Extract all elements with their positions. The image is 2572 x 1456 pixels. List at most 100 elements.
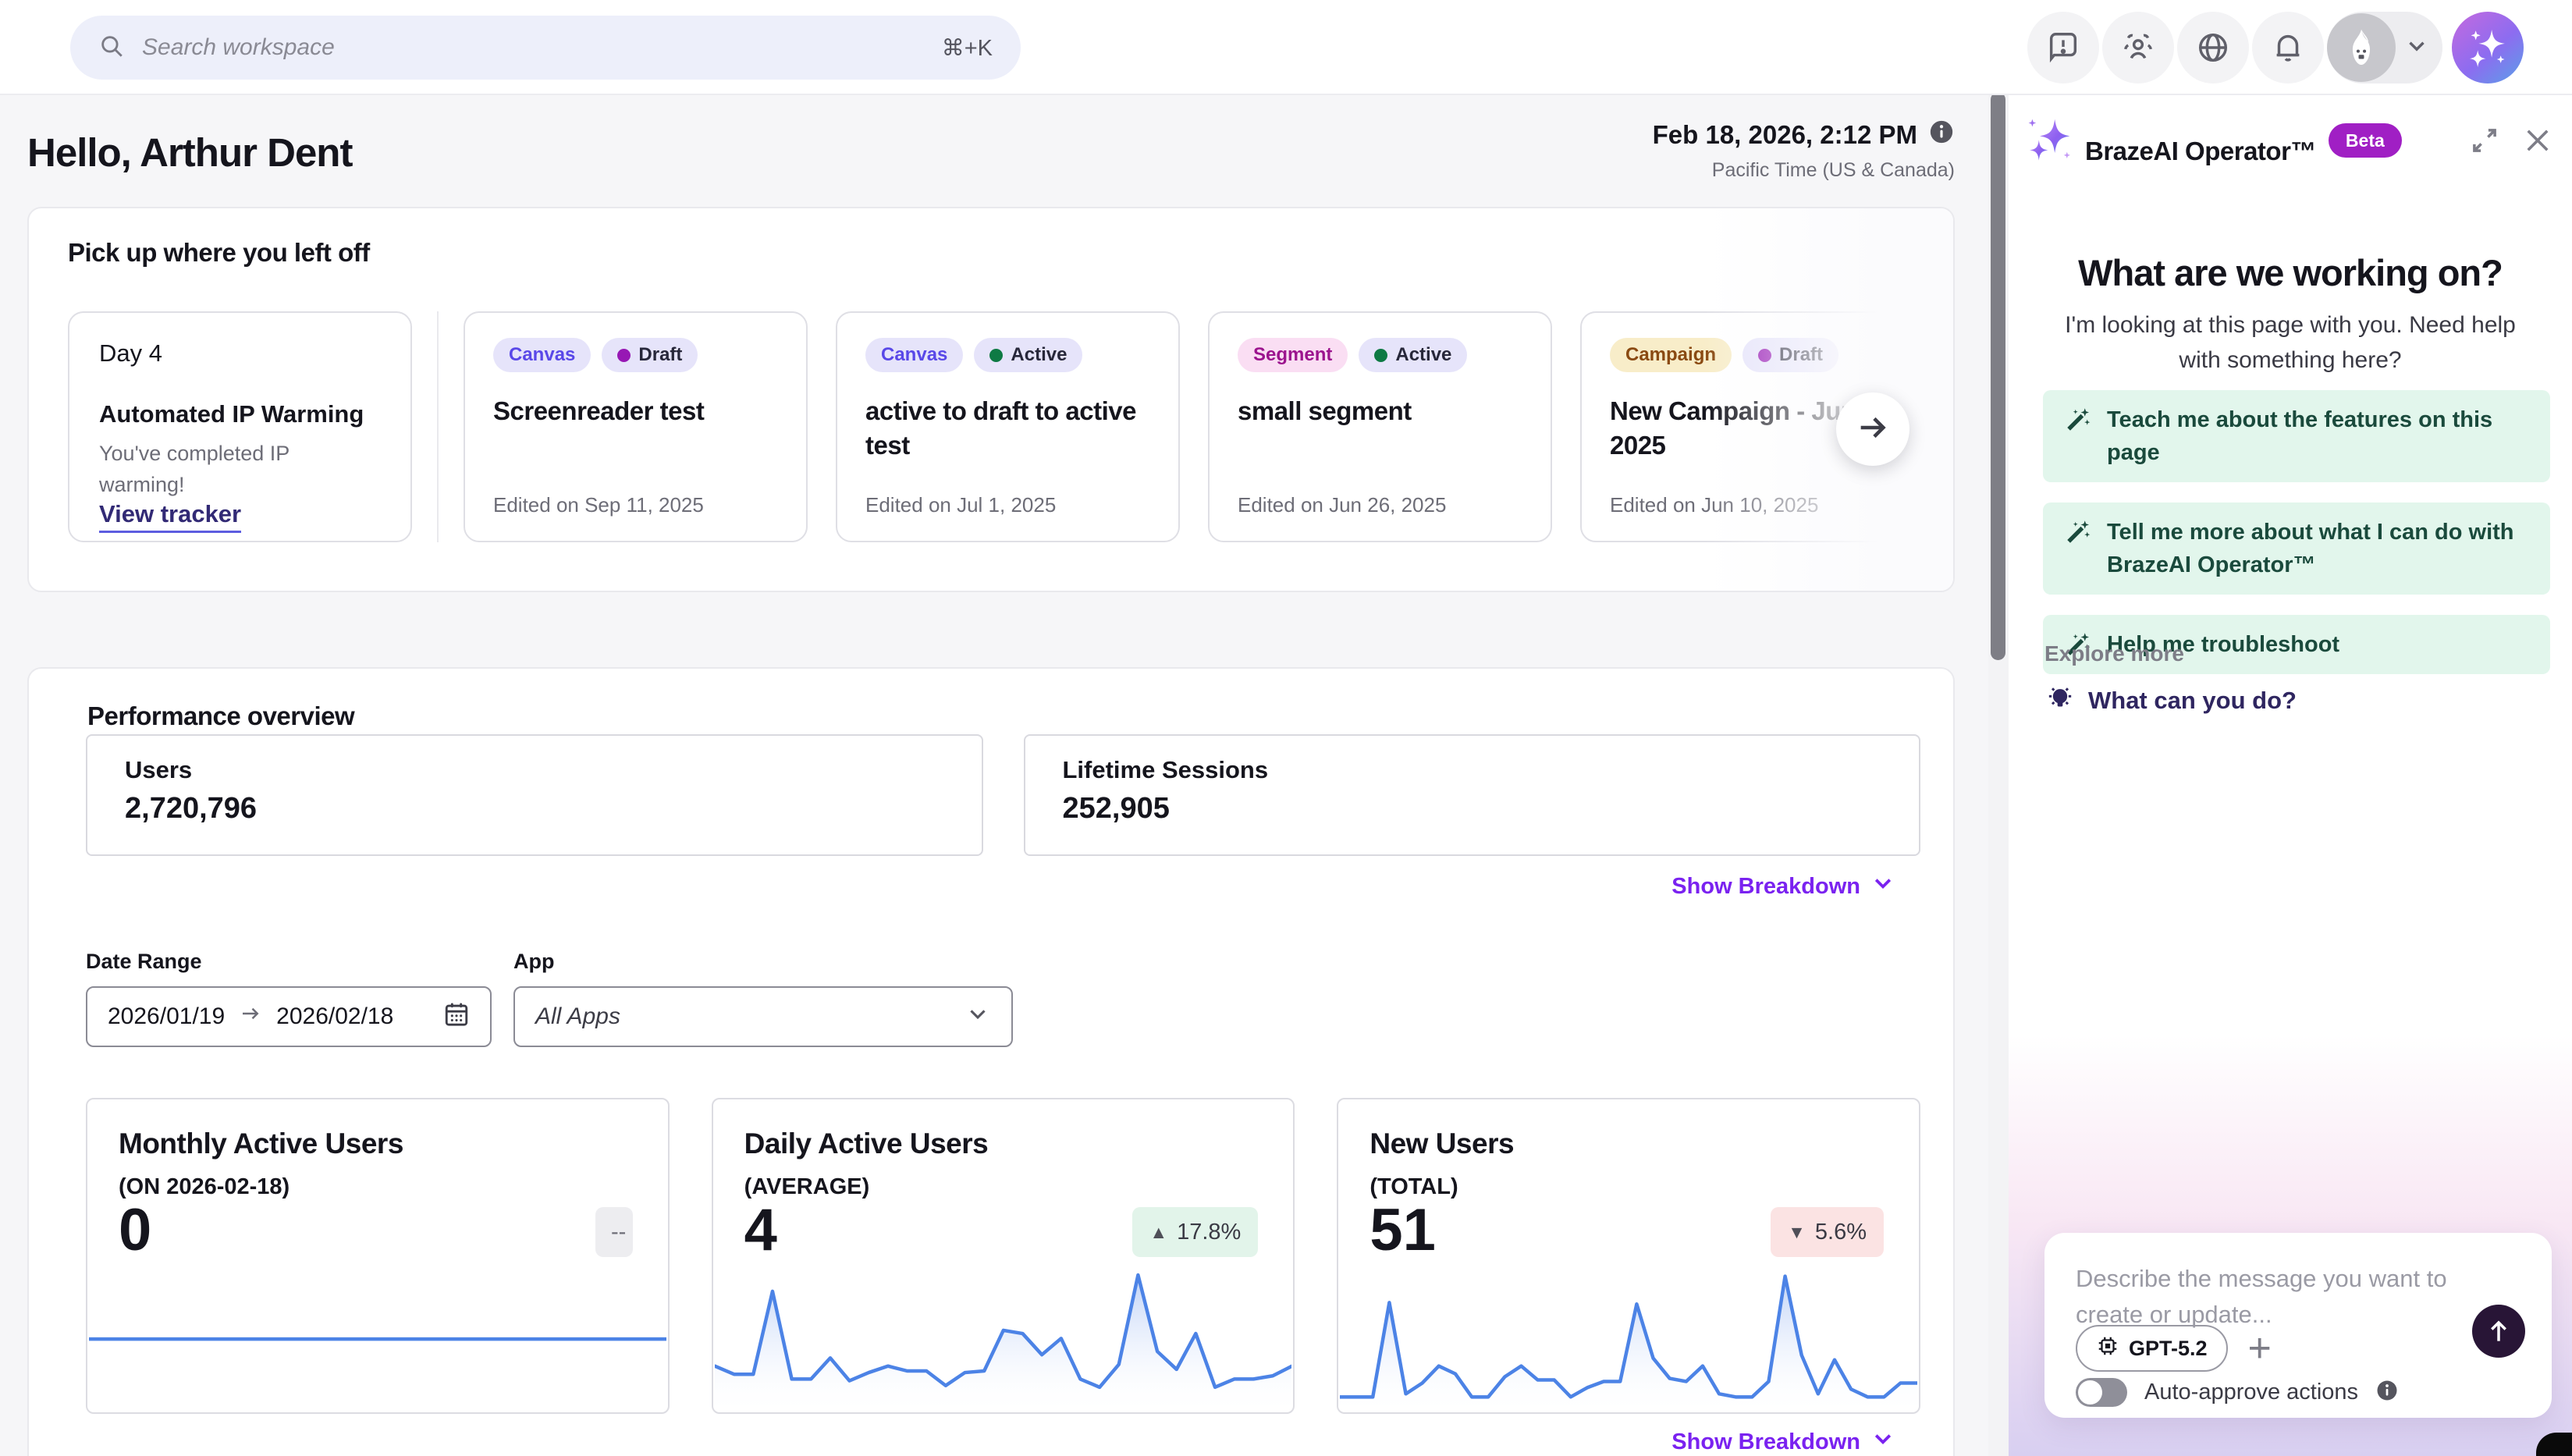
change-badge: -- [595,1207,633,1257]
type-badge: Canvas [865,338,963,372]
metric-value: 2,720,796 [125,792,944,826]
date-range-input[interactable]: 2026/01/19 2026/02/18 [86,986,492,1047]
pickup-card-title: small segment [1238,394,1522,428]
pickup-card-title: Screenreader test [493,394,778,428]
add-attachment-button[interactable]: + [2248,1333,2272,1364]
info-icon[interactable] [1928,119,1955,151]
performance-section: Performance overview Users 2,720,796 Lif… [27,667,1955,1456]
search-placeholder: Search workspace [142,34,335,61]
suggestion-button[interactable]: Tell me more about what I can do with Br… [2043,502,2550,595]
sparkline-chart [1340,1254,1917,1410]
date-block: Feb 18, 2026, 2:12 PM Pacific Time (US &… [1653,119,1955,182]
arrow-right-icon [239,1002,262,1032]
tracker-day: Day 4 [99,339,381,368]
trend-arrow-icon: ▼ [1788,1222,1806,1243]
sparkline-chart [89,1255,666,1347]
chart-card: New Users (TOTAL) 51 ▼ 5.6% [1337,1098,1920,1414]
show-breakdown-label: Show Breakdown [1671,1429,1860,1455]
composer-input[interactable]: Describe the message you want to create … [2076,1261,2513,1333]
date-to: 2026/02/18 [276,1003,393,1030]
carousel-next-button[interactable] [1836,392,1909,466]
auto-approve-toggle[interactable] [2076,1378,2127,1407]
info-icon[interactable] [2375,1379,2399,1406]
brazeai-operator-panel: BrazeAI Operator™ Beta What are we worki… [2009,95,2572,1456]
lightbulb-icon [2044,682,2076,719]
pickup-card-title: active to draft to active test [865,394,1150,463]
pickup-cards-row: Day 4 Automated IP Warming You've comple… [68,311,1952,544]
divider [437,311,439,542]
avatar [2327,13,2396,82]
app-select-value: All Apps [535,1003,620,1030]
metric-cards: Users 2,720,796 Lifetime Sessions 252,90… [86,734,1920,856]
change-badge: ▼ 5.6% [1771,1207,1884,1257]
tracker-name: Automated IP Warming [99,400,381,428]
type-badge: Campaign [1610,338,1732,372]
brazeai-sparkle-icon [2026,115,2073,166]
chart-title: Monthly Active Users [119,1128,403,1160]
scrollbar-thumb[interactable] [1991,92,2005,660]
show-breakdown-top[interactable]: Show Breakdown [1671,872,1895,901]
show-breakdown-label: Show Breakdown [1671,874,1860,900]
panel-header: BrazeAI Operator™ Beta [2026,108,2558,173]
suggestion-label: Tell me more about what I can do with Br… [2107,516,2530,581]
top-bar: Search workspace ⌘+K [0,0,2572,95]
search-input[interactable]: Search workspace ⌘+K [70,16,1021,80]
magic-wand-icon [2063,519,2091,547]
pickup-card[interactable]: Canvas Active active to draft to active … [836,311,1180,542]
chevron-down-icon [2403,33,2430,63]
search-shortcut: ⌘+K [942,34,993,62]
user-management-button[interactable] [2102,12,2174,83]
feedback-alert-button[interactable] [2027,12,2099,83]
panel-title: BrazeAI Operator™ [2085,134,2316,169]
account-menu[interactable] [2327,12,2442,83]
timezone-label: Pacific Time (US & Canada) [1653,159,1955,182]
notifications-bell-button[interactable] [2252,12,2324,83]
arrow-right-icon [1855,410,1891,449]
chip-icon [2096,1334,2119,1363]
globe-button[interactable] [2177,12,2249,83]
app-select[interactable]: All Apps [513,986,1013,1047]
auto-approve-label: Auto-approve actions [2144,1380,2358,1405]
braze-dashboard: Search workspace ⌘+K [0,0,2572,1456]
assistant-heading: What are we working on? [2009,251,2572,294]
pickup-card[interactable]: Canvas Draft Screenreader test Edited on… [464,311,808,542]
metric-label: Lifetime Sessions [1063,756,1882,784]
chevron-down-icon [1871,1427,1895,1456]
metric-value: 252,905 [1063,792,1882,826]
status-dot-icon [1374,349,1387,362]
pickup-card[interactable]: Segment Active small segment Edited on J… [1208,311,1552,542]
change-badge: ▲ 17.8% [1132,1207,1258,1257]
chart-title: Daily Active Users [744,1128,989,1160]
filters: Date Range 2026/01/19 2026/02/18 App [86,950,1013,1047]
type-badge: Segment [1238,338,1348,372]
ip-warming-tracker-card[interactable]: Day 4 Automated IP Warming You've comple… [68,311,412,542]
chart-value: 0 [119,1196,151,1264]
sparkline-chart [715,1254,1292,1410]
beta-badge: Beta [2329,123,2402,158]
metric-card: Users 2,720,796 [86,734,983,856]
model-selector[interactable]: GPT-5.2 [2076,1325,2228,1372]
what-can-you-do-link[interactable]: What can you do? [2044,682,2297,719]
pickup-card-edited: Edited on Sep 11, 2025 [493,493,704,517]
send-button[interactable] [2472,1305,2525,1358]
chart-card: Monthly Active Users (ON 2026-02-18) 0 -… [86,1098,670,1414]
chevron-down-icon [1871,872,1895,901]
status-dot-icon [989,349,1003,362]
brazeai-sparkle-button[interactable] [2452,12,2524,83]
top-icon-cluster [2027,11,2524,84]
expand-panel-button[interactable] [2464,120,2505,161]
pickup-card-edited: Edited on Jun 26, 2025 [1238,493,1446,517]
chart-title: New Users [1369,1128,1514,1160]
status-dot-icon [1758,349,1771,362]
type-badge: Canvas [493,338,591,372]
status-dot-icon [617,349,631,362]
show-breakdown-bottom[interactable]: Show Breakdown [1671,1427,1895,1456]
pickup-section: Pick up where you left off Day 4 Automat… [27,207,1955,592]
current-datetime: Feb 18, 2026, 2:12 PM [1653,120,1917,150]
explore-link-label: What can you do? [2088,687,2297,715]
magic-wand-icon [2063,407,2091,435]
suggestion-button[interactable]: Teach me about the features on this page [2043,390,2550,482]
view-tracker-link[interactable]: View tracker [99,500,241,533]
close-panel-button[interactable] [2517,120,2558,161]
status-badge: Draft [602,338,698,372]
